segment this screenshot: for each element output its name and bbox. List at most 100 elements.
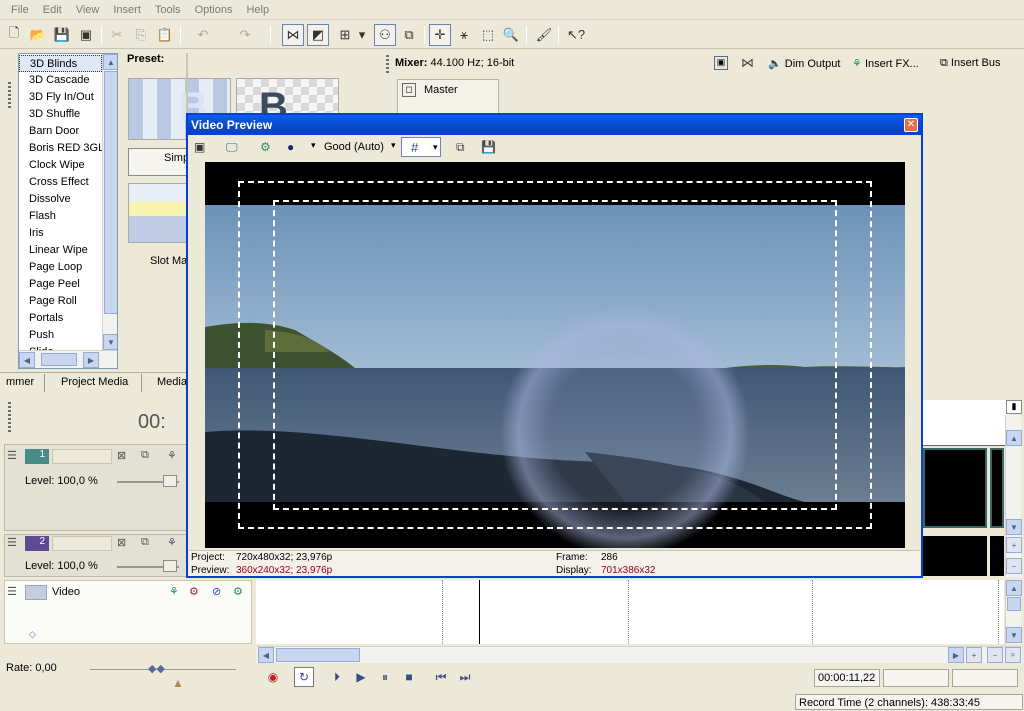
track-motion-icon[interactable]: ⧉ <box>141 449 149 462</box>
transition-item[interactable]: Cross Effect <box>19 174 102 191</box>
scroll-right-icon[interactable]: ▶ <box>83 352 99 368</box>
transition-item[interactable]: Iris <box>19 225 102 242</box>
bypass-icon[interactable]: ⊘ <box>212 585 221 598</box>
scroll-down-icon[interactable]: ▼ <box>1006 519 1022 535</box>
video-fx-icon[interactable]: ⚘ <box>169 585 179 598</box>
menu-insert[interactable]: Insert <box>106 4 148 16</box>
dim-output-button[interactable]: 🔈 Dim Output <box>768 57 840 70</box>
master-icon[interactable]: ◻ <box>402 83 416 97</box>
track-2-event[interactable] <box>923 536 987 576</box>
open-icon[interactable]: 📂 <box>27 24 49 46</box>
track-1-event[interactable] <box>923 448 987 528</box>
stop-icon[interactable]: ■ <box>399 667 419 687</box>
zoom-tool-icon[interactable]: ⌕ <box>1005 647 1021 663</box>
play-icon[interactable]: ▶ <box>351 667 371 687</box>
scroll-thumb[interactable] <box>1007 597 1021 611</box>
bypass-motion-blur-icon[interactable]: ⊠ <box>117 449 126 462</box>
transition-item[interactable]: Linear Wipe <box>19 242 102 259</box>
transition-item[interactable]: Boris RED 3GL <box>19 140 104 157</box>
ignore-grouping-icon[interactable]: ⧉ <box>398 24 420 46</box>
preset-caption-1[interactable]: Simp <box>128 148 189 176</box>
tab-trimmer[interactable]: mmer <box>6 376 34 388</box>
auto-ripple-icon[interactable]: ⋈ <box>282 24 304 46</box>
collapse-icon[interactable]: ☰ <box>7 536 21 550</box>
chevron-down-icon[interactable]: ▾ <box>356 24 368 46</box>
hscroll-thumb[interactable] <box>276 648 360 662</box>
chevron-down-icon[interactable]: ▾ <box>391 140 396 151</box>
new-icon[interactable]: 🗋 <box>3 24 25 46</box>
play-from-start-icon[interactable]: ⏵ <box>327 667 347 687</box>
envelope-edit-tool-icon[interactable]: ⚹ <box>453 24 475 46</box>
mixer-grip[interactable] <box>386 55 389 75</box>
go-to-start-icon[interactable]: ⏮ <box>431 667 451 687</box>
save-snapshot-icon[interactable]: 💾 <box>481 140 496 154</box>
save-icon[interactable]: 💾 <box>51 24 73 46</box>
transitions-scrollbar[interactable]: ▲ ▼ <box>102 54 117 350</box>
scroll-up-icon[interactable]: ▲ <box>1006 580 1022 596</box>
zoom-out-icon[interactable]: − <box>1006 558 1022 574</box>
menu-file[interactable]: File <box>4 4 36 16</box>
record-icon[interactable]: ◉ <box>263 667 283 687</box>
lock-envelopes-icon[interactable]: ⚇ <box>374 24 396 46</box>
transition-item[interactable]: Page Loop <box>19 259 102 276</box>
video-output-fx-icon[interactable]: ⚙ <box>260 140 271 154</box>
scroll-right-icon[interactable]: ▶ <box>948 647 964 663</box>
transition-item[interactable]: Clock Wipe <box>19 157 102 174</box>
video-output-fx-icon[interactable]: ⚙ <box>233 585 243 598</box>
marker-icon[interactable]: ▮ <box>1006 400 1022 414</box>
external-monitor-icon[interactable]: 🖵 <box>226 140 238 155</box>
video-canvas[interactable] <box>205 162 905 548</box>
copy-snapshot-icon[interactable]: ⧉ <box>456 140 465 155</box>
playhead-cursor[interactable] <box>479 580 480 644</box>
zoom-out-icon[interactable]: − <box>987 647 1003 663</box>
transition-item[interactable]: 3D Fly In/Out <box>19 89 102 106</box>
selection-length-display[interactable] <box>952 669 1018 687</box>
transition-item[interactable]: Page Roll <box>19 293 102 310</box>
track-1-event[interactable] <box>990 448 1004 528</box>
paste-icon[interactable]: 📋 <box>154 24 176 46</box>
snapping-icon[interactable]: ⊞ <box>334 24 356 46</box>
overlays-button[interactable]: # ▾ <box>401 137 441 157</box>
track-fx-icon[interactable]: ⚘ <box>167 536 177 549</box>
track-name-field[interactable] <box>52 536 112 551</box>
timeline-ruler[interactable] <box>923 400 1009 446</box>
cut-icon[interactable]: ✂ <box>106 24 128 46</box>
transition-item[interactable]: Barn Door <box>19 123 102 140</box>
transition-item[interactable]: 3D Blinds <box>19 55 102 72</box>
downmix-icon[interactable]: ⋈ <box>741 55 754 71</box>
video-settings-icon[interactable]: ⚙ <box>189 585 199 598</box>
track-motion-icon[interactable]: ⧉ <box>141 536 149 549</box>
tab-media[interactable]: Media <box>157 376 187 388</box>
timeline-hscrollbar[interactable]: ◀ ▶ + − ⌕ <box>256 646 1022 663</box>
preview-quality-select[interactable]: Good (Auto) <box>324 141 384 153</box>
selection-end-display[interactable] <box>883 669 949 687</box>
insert-fx-button[interactable]: ⚘ Insert FX... <box>852 57 919 70</box>
scroll-up-icon[interactable]: ▲ <box>1006 430 1022 446</box>
normal-edit-tool-icon[interactable]: ✛ <box>429 24 451 46</box>
transition-item[interactable]: 3D Shuffle <box>19 106 102 123</box>
transition-item[interactable]: Dissolve <box>19 191 102 208</box>
loop-playback-icon[interactable]: ↻ <box>294 667 314 687</box>
pause-icon[interactable]: ⏸ <box>375 667 395 687</box>
transition-item[interactable]: Flash <box>19 208 102 225</box>
preset-thumbnail-3[interactable] <box>128 183 188 243</box>
menu-tools[interactable]: Tools <box>148 4 188 16</box>
track-fx-icon[interactable]: ⚘ <box>167 449 177 462</box>
track-2-event[interactable] <box>990 536 1004 576</box>
menu-view[interactable]: View <box>69 4 107 16</box>
hscroll-thumb[interactable] <box>41 353 77 366</box>
collapse-icon[interactable]: ☰ <box>7 585 17 598</box>
whats-this-help-icon[interactable]: ↖? <box>565 24 587 46</box>
properties-icon[interactable]: ▣ <box>714 56 728 70</box>
track-vscrollbar[interactable]: ▲ ▼ + − <box>1005 415 1022 577</box>
keyframe-icon[interactable]: ◇ <box>29 629 36 640</box>
collapse-icon[interactable]: ☰ <box>7 449 21 463</box>
video-bus-lane[interactable] <box>256 580 1004 644</box>
timeline-grip[interactable] <box>8 402 11 432</box>
bus-vscrollbar[interactable]: ▲ ▼ <box>1005 580 1022 644</box>
transition-item[interactable]: Push <box>19 327 102 344</box>
bypass-motion-blur-icon[interactable]: ⊠ <box>117 536 126 549</box>
scroll-down-icon[interactable]: ▼ <box>103 334 117 350</box>
transitions-hscrollbar[interactable]: ◀ ▶ <box>19 350 117 368</box>
panel-grip[interactable] <box>8 82 11 110</box>
